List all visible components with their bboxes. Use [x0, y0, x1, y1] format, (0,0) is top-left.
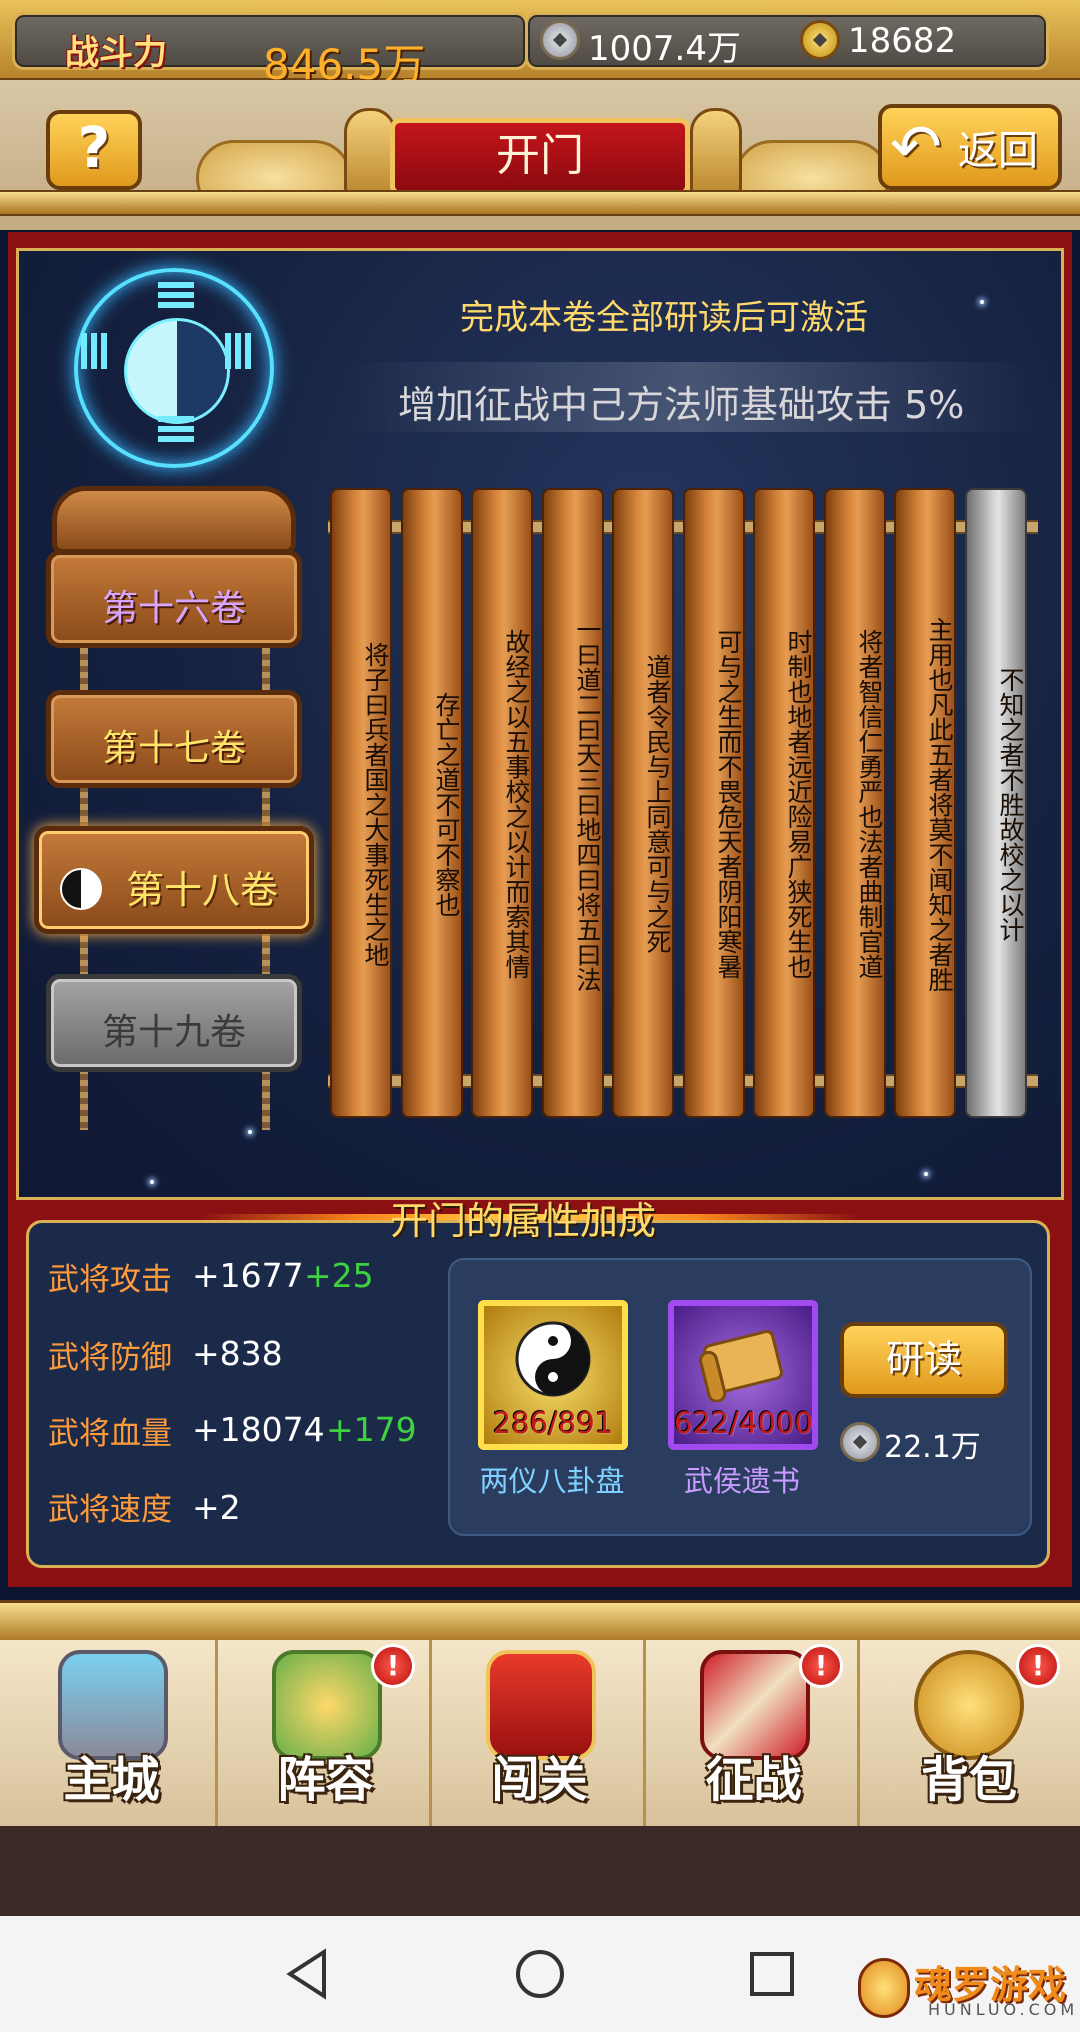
volume-16-tab[interactable]: 第十六卷: [46, 550, 302, 648]
material-name: 两仪八卦盘: [479, 1464, 625, 1498]
attr-defense-value: +838: [192, 1334, 283, 1373]
bamboo-slip-text: 一曰道二曰天三曰地四曰将五曰法: [573, 616, 602, 992]
top-resource-bar: 战斗力 846.5万 1007.4万 18682: [0, 0, 1080, 89]
bamboo-slip[interactable]: 故经之以五事校之以计而索其情: [471, 488, 533, 1118]
bamboo-slip-text: 时制也地者远近险易广狭死生也: [784, 629, 813, 979]
star-sparkle: [980, 300, 984, 304]
bamboo-slip[interactable]: 一曰道二曰天三曰地四曰将五曰法: [542, 488, 604, 1118]
volume-label: 第十七卷: [101, 728, 246, 769]
volume-19-tab[interactable]: 第十九卷: [46, 974, 302, 1072]
attr-defense-label: 武将防御: [48, 1340, 172, 1376]
material-wuhou-book[interactable]: 622/4000: [668, 1300, 818, 1450]
bamboo-slip-text: 不知之者不胜故校之以计: [996, 666, 1025, 942]
bamboo-slip-text: 故经之以五事校之以计而索其情: [502, 629, 531, 979]
gold-value: 18682: [848, 21, 957, 61]
attribute-title: 开门的属性加成: [390, 1199, 657, 1243]
attr-hp-bonus: +179: [326, 1410, 417, 1449]
bamboo-slip-text: 主用也凡此五者将莫不闻知之者胜: [925, 616, 954, 992]
attr-attack-bonus: +25: [304, 1256, 374, 1295]
silver-coin-icon: [840, 1422, 880, 1462]
attr-speed-label: 武将速度: [48, 1492, 172, 1528]
attr-attack-value: +1677: [192, 1256, 304, 1295]
material-name: 武侯遗书: [683, 1464, 800, 1498]
nav-label: 阵容: [277, 1752, 374, 1808]
mascot-icon: [858, 1958, 910, 2018]
yin-yang-icon: [124, 318, 230, 424]
silver-coin-icon: [540, 20, 580, 60]
nav-lineup[interactable]: ! 阵容: [222, 1640, 432, 1826]
bamboo-slip[interactable]: 存亡之道不可不察也: [401, 488, 463, 1118]
bamboo-slip[interactable]: 时制也地者远近险易广狭死生也: [753, 488, 815, 1118]
trigram-icon: [158, 282, 194, 288]
scroll-book-icon: [699, 1330, 783, 1402]
home-circle-icon[interactable]: [512, 1946, 568, 2002]
back-button[interactable]: ↶ 返回: [878, 104, 1062, 190]
nav-label: 闯关: [491, 1752, 588, 1808]
star-sparkle: [924, 1172, 928, 1176]
research-button[interactable]: 研读: [840, 1322, 1008, 1398]
volume-label: 第十八卷: [125, 868, 278, 912]
alert-badge-icon: !: [799, 1644, 843, 1688]
nav-main-city[interactable]: 主城: [8, 1640, 218, 1826]
current-volume-yin-yang-icon: [60, 868, 102, 910]
material-count: 622/4000: [674, 1406, 813, 1440]
watermark-subtext: HUNLUO.COM: [928, 2000, 1079, 2019]
bamboo-slip-text: 道者令民与上同意可与之死: [643, 654, 672, 954]
nav-label: 背包: [920, 1752, 1017, 1808]
bamboo-slip[interactable]: 将子曰兵者国之大事死生之地: [330, 488, 392, 1118]
material-count: 286/891: [492, 1406, 614, 1440]
attr-hp-value: +18074: [192, 1410, 325, 1449]
watermark-logo: 魂罗游戏 HUNLUO.COM: [858, 1950, 1074, 2026]
attr-attack-label: 武将攻击: [48, 1262, 172, 1298]
nav-bag[interactable]: ! 背包: [864, 1640, 1074, 1826]
back-label: 返回: [958, 128, 1038, 174]
nav-label: 征战: [705, 1752, 802, 1808]
star-sparkle: [150, 1180, 154, 1184]
research-cost: 22.1万: [884, 1430, 981, 1465]
bamboo-slip-text: 将者智信仁勇严也法者曲制官道: [855, 629, 884, 979]
bottom-dark-strip: [0, 1826, 1080, 1916]
silver-value: 1007.4万: [588, 29, 741, 69]
combat-power-plate: 战斗力 846.5万: [12, 12, 528, 89]
alert-badge-icon: !: [1016, 1644, 1060, 1688]
bamboo-slip[interactable]: 不知之者不胜故校之以计: [965, 488, 1027, 1118]
nav-campaign[interactable]: ! 征战: [650, 1640, 860, 1826]
page-title: 开门: [390, 118, 690, 196]
bamboo-slip-text: 可与之生而不畏危天者阴阳寒暑: [714, 629, 743, 979]
gold-coin-icon: [800, 20, 840, 60]
attr-speed-value: +2: [192, 1488, 241, 1527]
volume-label: 第十九卷: [101, 1012, 246, 1053]
help-button[interactable]: ?: [46, 110, 142, 190]
yin-yang-disc-icon: [515, 1321, 591, 1397]
star-sparkle: [248, 1130, 252, 1134]
unlock-hint: 完成本卷全部研读后可激活: [460, 298, 868, 338]
material-bagua-disc[interactable]: 286/891: [478, 1300, 628, 1450]
nav-label: 主城: [63, 1752, 160, 1808]
title-rod: [0, 190, 1080, 216]
bamboo-slip-text: 存亡之道不可不察也: [432, 691, 461, 917]
bamboo-slip[interactable]: 道者令民与上同意可与之死: [612, 488, 674, 1118]
sign-hanger: [52, 486, 296, 554]
volume-label: 第十六卷: [101, 588, 246, 629]
alert-badge-icon: !: [371, 1644, 415, 1688]
volume-bonus-text: 增加征战中己方法师基础攻击 5%: [398, 383, 965, 427]
bagua-emblem-icon: [74, 268, 274, 468]
trigram-icon: [245, 333, 251, 369]
back-arrow-icon: ↶: [890, 110, 942, 183]
volume-17-tab[interactable]: 第十七卷: [46, 690, 302, 788]
currency-plate: 1007.4万 18682: [525, 12, 1049, 70]
bamboo-slip[interactable]: 主用也凡此五者将莫不闻知之者胜: [894, 488, 956, 1118]
nav-stages[interactable]: 闯关: [436, 1640, 646, 1826]
recents-square-icon[interactable]: [744, 1946, 800, 2002]
back-triangle-icon[interactable]: [280, 1946, 336, 2002]
attr-hp-label: 武将血量: [48, 1416, 172, 1452]
trigram-icon: [158, 416, 194, 422]
bamboo-slip-text: 将子曰兵者国之大事死生之地: [361, 641, 390, 967]
bamboo-slip[interactable]: 可与之生而不畏危天者阴阳寒暑: [683, 488, 745, 1118]
trigram-icon: [101, 333, 107, 369]
bamboo-slip[interactable]: 将者智信仁勇严也法者曲制官道: [824, 488, 886, 1118]
combat-power-label: 战斗力: [65, 33, 167, 73]
